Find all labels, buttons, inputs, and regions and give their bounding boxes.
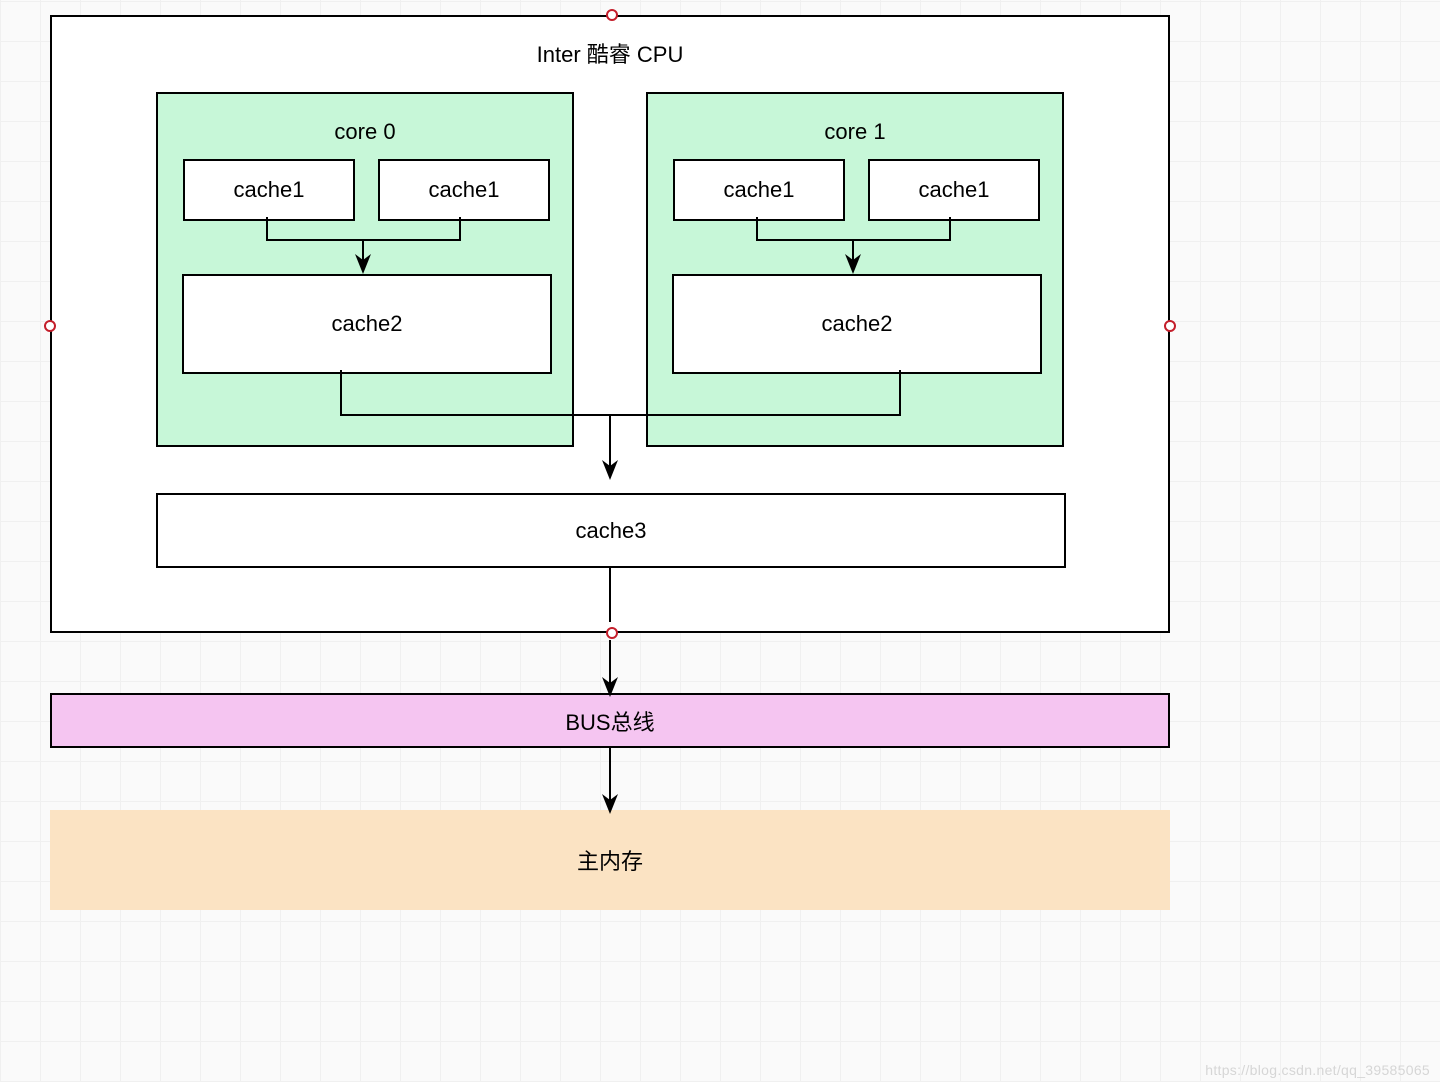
anchor-top [606, 9, 618, 21]
memory-block: 主内存 [50, 810, 1170, 910]
core-1-title: core 1 [648, 119, 1062, 145]
cpu-block: Inter 酷睿 CPU core 0 cache1 cache1 cache2… [50, 15, 1170, 633]
core-1-cache1-b: cache1 [868, 159, 1040, 221]
core-0-cache2: cache2 [182, 274, 552, 374]
core-1-cache1-a: cache1 [673, 159, 845, 221]
anchor-right [1164, 320, 1176, 332]
core-0-cache1-b: cache1 [378, 159, 550, 221]
anchor-left [44, 320, 56, 332]
core-1: core 1 cache1 cache1 cache2 [646, 92, 1064, 447]
anchor-bottom [606, 627, 618, 639]
watermark: https://blog.csdn.net/qq_39585065 [1205, 1062, 1430, 1078]
core-1-cache2: cache2 [672, 274, 1042, 374]
bus-block: BUS总线 [50, 693, 1170, 748]
core-0: core 0 cache1 cache1 cache2 [156, 92, 574, 447]
cpu-title: Inter 酷睿 CPU [52, 37, 1168, 69]
core-0-title: core 0 [158, 119, 572, 145]
cache3: cache3 [156, 493, 1066, 568]
core-0-cache1-a: cache1 [183, 159, 355, 221]
